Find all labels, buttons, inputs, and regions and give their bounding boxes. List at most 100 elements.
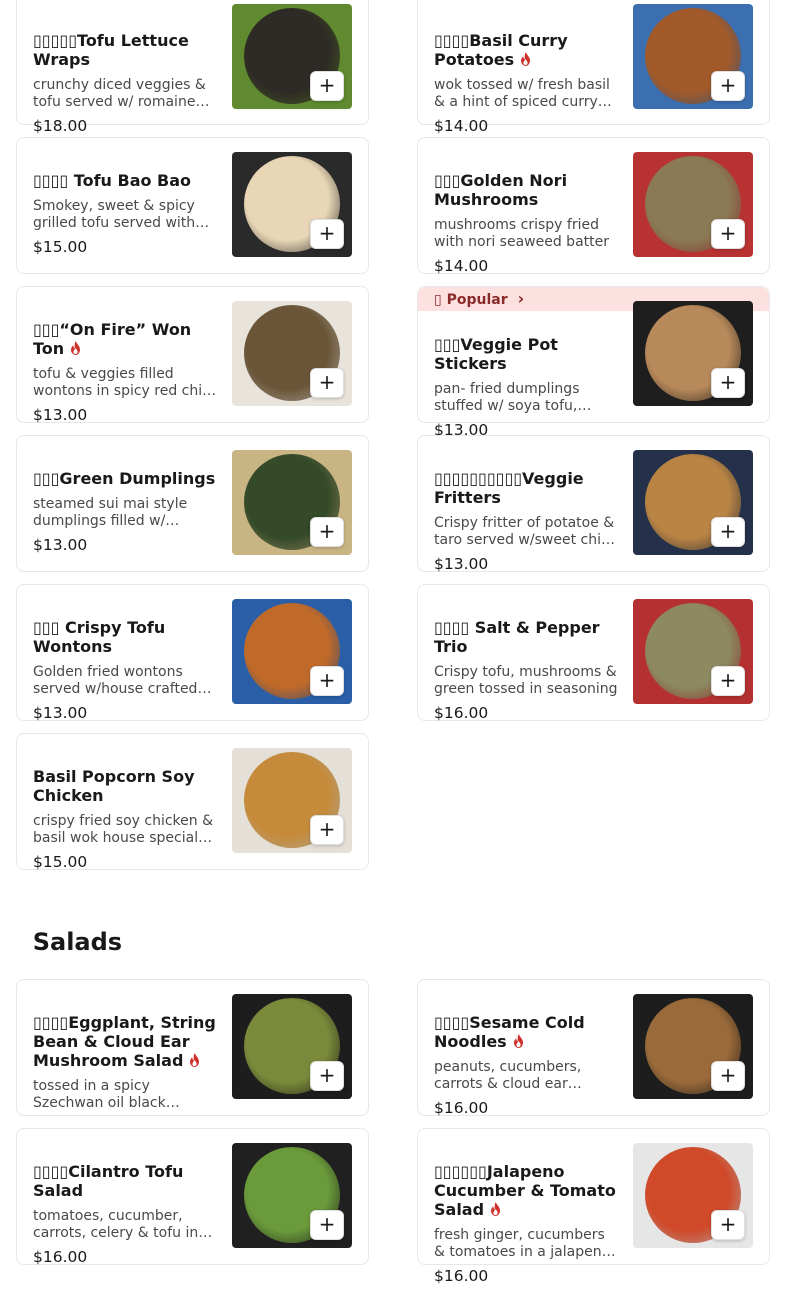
menu-item-info: ▯▯▯ Crispy Tofu Wontons Golden fried wont… <box>33 618 217 723</box>
add-to-cart-button[interactable]: + <box>711 219 745 249</box>
menu-item-name-text: ▯▯▯▯▯▯Jalapeno Cucumber & Tomato Salad <box>434 1162 616 1219</box>
menu-item-photo[interactable]: + <box>633 301 753 406</box>
menu-item-card[interactable]: ▯▯▯▯ Tofu Bao Bao Smokey, sweet & spicy g… <box>16 137 369 274</box>
fire-icon <box>189 1052 200 1067</box>
menu-item-photo[interactable]: + <box>232 1143 352 1248</box>
fire-icon <box>70 340 81 355</box>
menu-item-description: peanuts, cucumbers, carrots & cloud ear … <box>434 1059 582 1092</box>
menu-item-price: $18.00 <box>33 117 88 135</box>
add-to-cart-button[interactable]: + <box>711 1061 745 1091</box>
menu-item-card[interactable]: ▯▯▯▯Sesame Cold Noodles peanuts, cucumber… <box>417 979 770 1118</box>
menu-item-info: ▯▯▯Veggie Pot Stickers pan- fried dumplin… <box>434 335 618 440</box>
menu-item-price: $16.00 <box>434 1099 489 1117</box>
menu-item-name: ▯▯▯ Crispy Tofu Wontons <box>33 618 217 656</box>
menu-item-info: ▯▯▯▯▯Tofu Lettuce Wraps crunchy diced veg… <box>33 31 217 136</box>
menu-item-photo[interactable]: + <box>232 748 352 853</box>
menu-item-card[interactable]: ▯▯▯▯▯▯Jalapeno Cucumber & Tomato Salad fr… <box>417 1128 770 1285</box>
menu-item-info: ▯▯▯▯Eggplant, String Bean & Cloud Ear Mu… <box>33 1013 217 1118</box>
add-to-cart-button[interactable]: + <box>711 517 745 547</box>
menu-item-name-text: ▯▯▯▯Sesame Cold Noodles <box>434 1013 585 1051</box>
menu-item-card[interactable]: ▯▯▯▯Eggplant, String Bean & Cloud Ear Mu… <box>16 979 369 1116</box>
menu-item-card[interactable]: ▯▯▯ Crispy Tofu Wontons Golden fried wont… <box>16 584 369 723</box>
menu-item-photo[interactable]: + <box>232 301 352 406</box>
menu-item-name: ▯▯▯Green Dumplings <box>33 469 217 488</box>
add-to-cart-button[interactable]: + <box>310 219 344 249</box>
menu-item-info: ▯▯▯▯▯▯Jalapeno Cucumber & Tomato Salad fr… <box>434 1162 618 1286</box>
menu-item-name: ▯▯▯▯Sesame Cold Noodles <box>434 1013 618 1051</box>
menu-item-description: tofu & veggies filled wontons in spicy r… <box>33 366 210 399</box>
menu-item-card[interactable]: ▯▯▯▯ Salt & Pepper Trio Crispy tofu, mush… <box>417 584 770 722</box>
menu-item-name-text: ▯▯▯▯ Tofu Bao Bao <box>33 171 192 190</box>
menu-item-name: ▯▯▯“On Fire” Won Ton <box>33 320 217 358</box>
menu-item-name: ▯▯▯Golden Nori Mushrooms <box>434 171 618 209</box>
add-to-cart-button[interactable]: + <box>711 666 745 696</box>
add-to-cart-button[interactable]: + <box>310 368 344 398</box>
menu-item-card[interactable]: ▯▯▯▯▯Tofu Lettuce Wraps crunchy diced veg… <box>16 0 369 135</box>
popular-label: Popular <box>446 292 508 308</box>
menu-item-price: $16.00 <box>434 1267 489 1285</box>
menu-item-photo[interactable]: + <box>232 450 352 555</box>
menu-item-photo[interactable]: + <box>633 4 753 109</box>
add-to-cart-button[interactable]: + <box>711 368 745 398</box>
menu-item-card[interactable]: ▯▯▯▯Cilantro Tofu Salad tomatoes, cucumbe… <box>16 1128 369 1267</box>
menu-item-name-text: ▯▯▯Green Dumplings <box>33 469 216 488</box>
menu-item-price: $13.00 <box>33 704 88 722</box>
menu-item-info: Basil Popcorn Soy Chicken crispy fried so… <box>33 767 217 872</box>
add-to-cart-button[interactable]: + <box>310 1061 344 1091</box>
menu-item-photo[interactable]: + <box>633 1143 753 1248</box>
menu-item-name-text: ▯▯▯“On Fire” Won Ton <box>33 320 192 358</box>
menu-item-price: $15.00 <box>33 853 88 871</box>
menu-item-name: ▯▯▯▯Cilantro Tofu Salad <box>33 1162 217 1200</box>
menu-item-description: Crispy fritter of potatoe & taro served … <box>434 515 615 548</box>
menu-item-photo[interactable]: + <box>232 4 352 109</box>
fire-icon <box>520 51 531 66</box>
add-to-cart-button[interactable]: + <box>711 1210 745 1240</box>
menu-item-card[interactable]: Basil Popcorn Soy Chicken crispy fried so… <box>16 733 369 872</box>
menu-item-card[interactable]: ▯▯▯▯▯▯▯▯▯▯Veggie Fritters Crispy fritter … <box>417 435 770 574</box>
menu-item-photo[interactable]: + <box>232 152 352 257</box>
menu-item-card[interactable]: ▯▯▯Green Dumplings steamed sui mai style … <box>16 435 369 572</box>
menu-item-card[interactable]: ▯▯▯“On Fire” Won Ton tofu & veggies fille… <box>16 286 369 425</box>
menu-item-name-text: ▯▯▯ Crispy Tofu Wontons <box>33 618 166 656</box>
menu-item-info: ▯▯▯▯Sesame Cold Noodles peanuts, cucumber… <box>434 1013 618 1118</box>
menu-item-price: $14.00 <box>434 117 489 135</box>
popular-icon: ▯ <box>434 292 447 308</box>
menu-item-price: $13.00 <box>33 406 88 424</box>
menu-item-info: ▯▯▯▯▯▯▯▯▯▯Veggie Fritters Crispy fritter … <box>434 469 618 574</box>
menu-item-price: $15.00 <box>33 238 88 256</box>
menu-item-description: tomatoes, cucumber, carrots, celery & to… <box>33 1208 199 1241</box>
menu-item-name: ▯▯▯▯ Salt & Pepper Trio <box>434 618 618 656</box>
menu-item-card[interactable]: ▯▯▯▯Basil Curry Potatoes wok tossed w/ fr… <box>417 0 770 135</box>
add-to-cart-button[interactable]: + <box>711 71 745 101</box>
menu-item-photo[interactable]: + <box>633 994 753 1099</box>
fire-icon <box>490 1201 501 1216</box>
menu-item-description: pan- fried dumplings stuffed w/ soya tof… <box>434 381 580 414</box>
menu-item-price: $16.00 <box>434 704 489 722</box>
menu-item-photo[interactable]: + <box>232 994 352 1099</box>
menu-item-photo[interactable]: + <box>633 599 753 704</box>
menu-item-card[interactable]: ▯▯▯Golden Nori Mushrooms mushrooms crispy… <box>417 137 770 275</box>
menu-item-price: $16.00 <box>33 1248 88 1266</box>
menu-item-name: ▯▯▯▯Basil Curry Potatoes <box>434 31 618 69</box>
menu-item-name: ▯▯▯Veggie Pot Stickers <box>434 335 618 373</box>
menu-item-info: ▯▯▯▯Cilantro Tofu Salad tomatoes, cucumbe… <box>33 1162 217 1267</box>
menu-item-description: crunchy diced veggies & tofu served w/ r… <box>33 77 206 110</box>
menu-item-info: ▯▯▯“On Fire” Won Ton tofu & veggies fille… <box>33 320 217 425</box>
add-to-cart-button[interactable]: + <box>310 71 344 101</box>
menu-item-price: $13.00 <box>434 555 489 573</box>
add-to-cart-button[interactable]: + <box>310 815 344 845</box>
menu-item-card[interactable]: ▯ Popular › ▯▯▯Veggie Pot Stickers pan- fri… <box>417 286 770 439</box>
menu-item-photo[interactable]: + <box>633 152 753 257</box>
add-to-cart-button[interactable]: + <box>310 517 344 547</box>
add-to-cart-button[interactable]: + <box>310 666 344 696</box>
menu-item-name: ▯▯▯▯ Tofu Bao Bao <box>33 171 217 190</box>
menu-item-description: mushrooms crispy fried with nori seaweed… <box>434 217 609 250</box>
menu-item-photo[interactable]: + <box>232 599 352 704</box>
menu-item-name: ▯▯▯▯▯▯Jalapeno Cucumber & Tomato Salad <box>434 1162 618 1219</box>
menu-item-name-text: ▯▯▯Veggie Pot Stickers <box>434 335 558 373</box>
menu-item-name: ▯▯▯▯Eggplant, String Bean & Cloud Ear Mu… <box>33 1013 217 1070</box>
menu-item-name-text: ▯▯▯▯▯Tofu Lettuce Wraps <box>33 31 189 69</box>
menu-item-description: crispy fried soy chicken & basil wok hou… <box>33 813 213 846</box>
menu-item-photo[interactable]: + <box>633 450 753 555</box>
add-to-cart-button[interactable]: + <box>310 1210 344 1240</box>
